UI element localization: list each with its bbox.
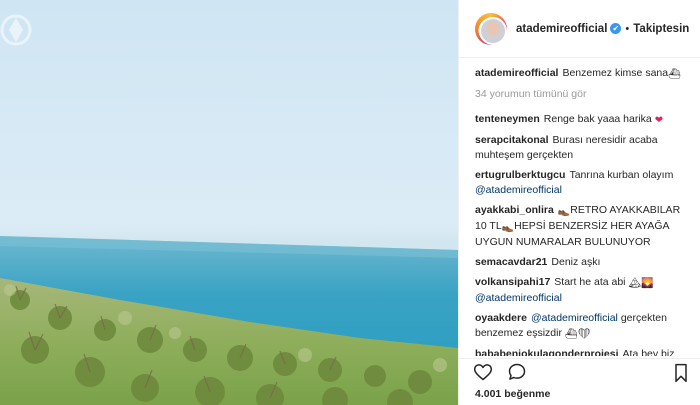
header-username[interactable]: atademireofficial <box>516 23 607 35</box>
comment-text: Renge bak yaaa harika <box>543 113 652 125</box>
comment-text: Tanrına kurban olayım <box>569 169 674 181</box>
landscape-image <box>0 236 458 405</box>
caption-username[interactable]: atademireofficial <box>475 67 558 79</box>
heart-emoji-icon: ❤ <box>654 115 664 126</box>
comment-username[interactable]: bababeniokulagonderprojesi <box>475 348 619 356</box>
comment-item: semacavdar21 Deniz aşkı <box>475 255 692 270</box>
load-more-comments-link[interactable]: 34 yorumun tümünü gör <box>475 87 692 102</box>
verified-icon: ✔ <box>610 23 622 34</box>
heart-icon[interactable] <box>473 362 493 382</box>
comment-mention-link[interactable]: @atademireofficial <box>531 312 618 324</box>
follow-status-button[interactable]: Takiptesin <box>633 23 689 35</box>
comment-username[interactable]: tenteneymen <box>475 113 540 125</box>
comments-list: atademireofficial Benzemez kimse sana⛴ 34… <box>475 66 692 356</box>
caption: atademireofficial Benzemez kimse sana⛴ <box>475 66 692 82</box>
comment-username[interactable]: oyaakdere <box>475 312 527 324</box>
comment-item: volkansipahi17 Start he ata abi 🏔🌄 @atade… <box>475 275 692 306</box>
comment-text: Start he ata abi <box>554 276 626 288</box>
ship-heart-emoji-icon: ⛴❤ <box>564 329 591 340</box>
post-sidebar: atademireofficial ✔ • Takiptesin atademi… <box>458 0 700 405</box>
shoe-emoji-icon: 👞 <box>501 222 515 233</box>
avatar[interactable] <box>475 12 507 45</box>
comment-item: serapcitakonal Burası neresidir acaba muh… <box>475 133 692 163</box>
comment-username[interactable]: ertugrulberktugcu <box>475 169 565 181</box>
comment-mention-link[interactable]: @atademireofficial <box>475 292 562 304</box>
caption-text: Benzemez kimse sana <box>562 67 669 79</box>
comment-item: ayakkabi_onlira 👞RETRO AYAKKABILAR 10 TL👞… <box>475 203 692 250</box>
comment-item: bababeniokulagonderprojesiAta bey biz "B… <box>475 347 692 356</box>
landscape-emoji-icon: 🏔🌄 <box>628 278 654 289</box>
comment-item: ertugrulberktugcu Tanrına kurban olayım @… <box>475 168 692 198</box>
comment-username[interactable]: ayakkabi_onlira <box>475 204 554 216</box>
post-photo[interactable] <box>0 0 458 405</box>
post-actions <box>459 358 700 384</box>
comment-username[interactable]: semacavdar21 <box>475 256 547 268</box>
ship-emoji-icon: ⛴ <box>668 69 681 80</box>
bookmark-icon[interactable] <box>672 363 690 383</box>
comment-mention-link[interactable]: @atademireofficial <box>475 184 562 196</box>
comment-icon[interactable] <box>507 362 527 382</box>
comment-item: oyaakdere @atademireofficial gerçekten be… <box>475 311 692 342</box>
watermark-icon <box>0 14 32 46</box>
comment-item: tenteneymen Renge bak yaaa harika ❤ <box>475 112 692 128</box>
comment-text: Deniz aşkı <box>551 256 601 268</box>
likes-count[interactable]: 4.001 beğenme <box>475 388 550 400</box>
separator-dot: • <box>625 22 630 35</box>
comment-username[interactable]: serapcitakonal <box>475 134 549 146</box>
comment-username[interactable]: volkansipahi17 <box>475 276 550 288</box>
post-header: atademireofficial ✔ • Takiptesin <box>459 0 700 58</box>
shoe-emoji-icon: 👞 <box>557 206 571 217</box>
